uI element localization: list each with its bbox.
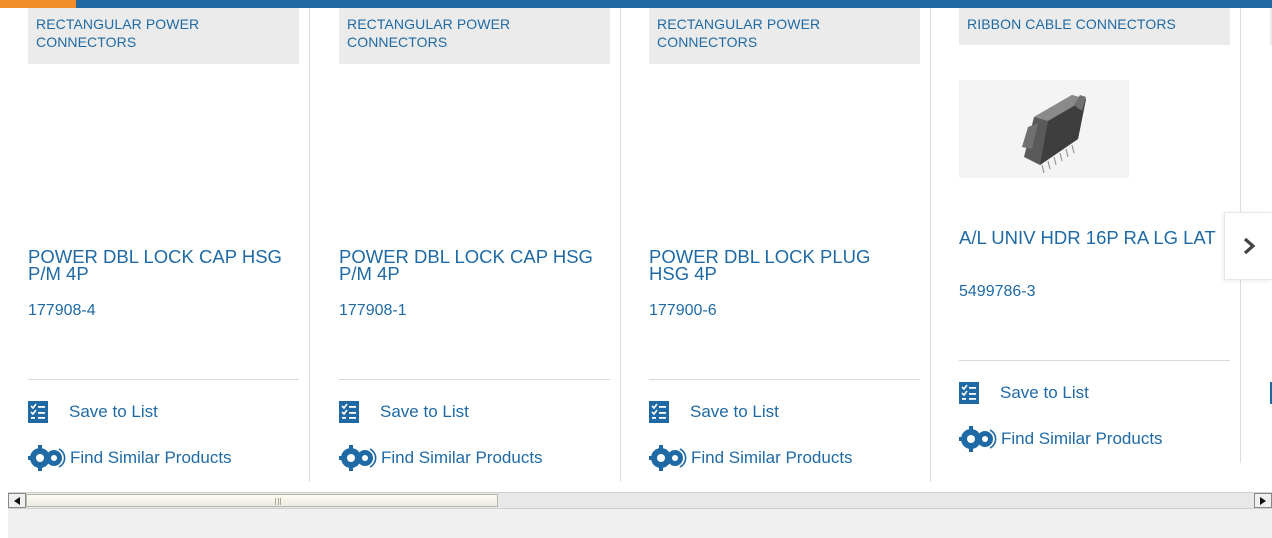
product-carousel: RECTANGULAR POWER CONNECTORS POWER DBL L… (0, 8, 1272, 488)
product-card: RECTANGULAR POWER CONNECTORS POWER DBL L… (0, 8, 310, 488)
save-to-list-button[interactable]: Save to List (28, 401, 158, 423)
product-card: RECTANGULAR POWER CONNECTORS POWER DBL L… (311, 8, 621, 488)
scroll-left-arrow[interactable] (8, 493, 26, 508)
carousel-next-button[interactable] (1224, 212, 1272, 280)
find-similar-button[interactable]: Find Similar Products (339, 445, 543, 471)
save-to-list-button[interactable]: Save to List (339, 401, 469, 423)
left-gutter (0, 488, 8, 538)
product-part-number[interactable]: 177900-6 (649, 302, 717, 320)
find-similar-label: Find Similar Products (70, 448, 232, 467)
product-title[interactable]: A/L UNIV HDR 16P RA LG LAT (959, 228, 1219, 247)
footer-strip (8, 509, 1272, 538)
product-title[interactable]: POWER DBL LOCK CAP HSG P/M 4P (28, 247, 288, 283)
product-category[interactable]: RECTANGULAR POWER CONNECTORS (339, 8, 610, 64)
product-category[interactable]: RECTANGULAR POWER CONNECTORS (649, 8, 920, 64)
top-accent-orange (0, 0, 76, 8)
card-divider (28, 379, 299, 380)
gears-icon (959, 426, 997, 452)
gears-icon (649, 445, 687, 471)
scrollbar-grip-icon (275, 498, 281, 505)
product-card: RECTANGULAR POWER CONNECTORS POWER DBL L… (621, 8, 931, 488)
product-card: RIBBON CABLE CONNECTORS A/L UNIV HDR 16P… (931, 8, 1241, 488)
find-similar-button[interactable]: Find Similar Products (649, 445, 853, 471)
product-part-number[interactable]: 177908-1 (339, 302, 407, 320)
checklist-icon (339, 401, 359, 423)
find-similar-label: Find Similar Products (381, 448, 543, 467)
checklist-icon (649, 401, 669, 423)
product-category[interactable]: RIBBON CABLE CONNECTORS (959, 8, 1230, 45)
save-to-list-button[interactable]: Save to List (649, 401, 779, 423)
product-title[interactable]: POWER DBL LOCK PLUG HSG 4P (649, 247, 909, 283)
card-divider (959, 360, 1230, 361)
checklist-icon (28, 401, 48, 423)
scroll-right-arrow[interactable] (1254, 493, 1272, 508)
gears-icon (28, 445, 66, 471)
product-part-number[interactable]: 5499786-3 (959, 283, 1036, 301)
horizontal-scrollbar[interactable] (8, 492, 1272, 509)
triangle-left-icon (14, 496, 20, 505)
save-to-list-label: Save to List (380, 402, 469, 421)
triangle-right-icon (1260, 496, 1266, 505)
product-title[interactable]: POWER DBL LOCK CAP HSG P/M 4P (339, 247, 599, 283)
checklist-icon (959, 382, 979, 404)
save-to-list-label: Save to List (1000, 383, 1089, 402)
ribbon-connector-image (1022, 95, 1086, 174)
top-accent-bar (0, 0, 1272, 8)
card-divider (339, 379, 610, 380)
product-image[interactable] (959, 80, 1129, 178)
scrollbar-thumb[interactable] (26, 494, 498, 507)
card-divider (649, 379, 920, 380)
find-similar-button[interactable]: Find Similar Products (959, 426, 1163, 452)
chevron-right-icon (1243, 237, 1255, 255)
save-to-list-label: Save to List (69, 402, 158, 421)
card-separator (309, 8, 310, 482)
save-to-list-button[interactable]: Save to List (959, 382, 1089, 404)
find-similar-button[interactable]: Find Similar Products (28, 445, 232, 471)
gears-icon (339, 445, 377, 471)
product-category[interactable]: RECTANGULAR POWER CONNECTORS (28, 8, 299, 64)
find-similar-label: Find Similar Products (1001, 429, 1163, 448)
product-part-number[interactable]: 177908-4 (28, 302, 96, 320)
find-similar-label: Find Similar Products (691, 448, 853, 467)
save-to-list-label: Save to List (690, 402, 779, 421)
